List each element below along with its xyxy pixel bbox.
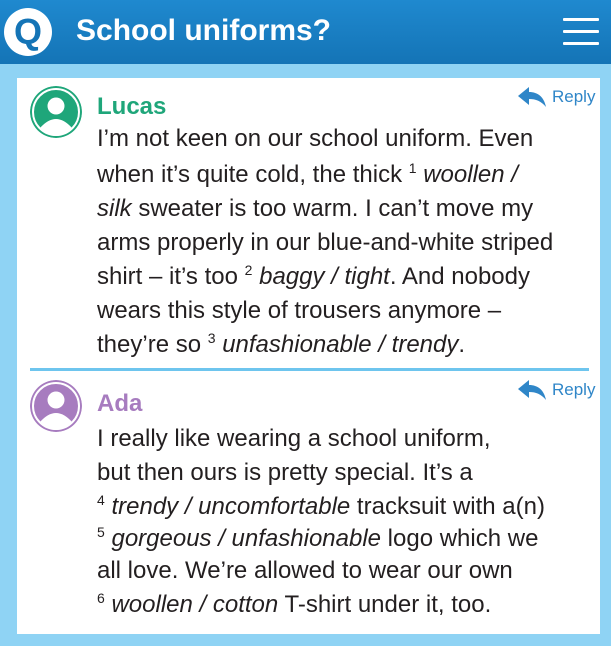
post-text-line: 4 trendy / uncomfortable tracksuit with … (97, 492, 545, 522)
post-author: Lucas (97, 93, 167, 120)
text-segment: . (458, 331, 466, 358)
post-text-line: wears this style of trousers anymore – (97, 296, 501, 326)
text-segment: they’re so (97, 331, 208, 358)
post-text-line: I’m not keen on our school uniform. Even (97, 124, 533, 154)
text-segment: but then ours is pretty special. It’s a (97, 459, 473, 486)
post-divider (30, 368, 589, 371)
reply-label: Reply (552, 87, 596, 106)
page-title: School uniforms? (76, 14, 331, 47)
post-text-line: silk sweater is too warm. I can’t move m… (97, 194, 533, 224)
reply-arrow-icon (518, 380, 546, 400)
gap-number: 3 (207, 330, 216, 346)
q-logo-letter: Q (13, 11, 42, 52)
post-text-line: when it’s quite cold, the thick 1 woolle… (97, 160, 518, 190)
post-author: Ada (97, 390, 143, 417)
gap-number: 4 (97, 492, 105, 508)
post-text-line: 6 woollen / cotton T-shirt under it, too… (97, 590, 491, 620)
text-segment: wears this style of trousers anymore – (97, 297, 502, 324)
text-segment: tracksuit with a(n) (350, 493, 545, 520)
word-choice: silk (97, 195, 132, 222)
post-text-line: all love. We’re allowed to wear our own (97, 556, 513, 586)
word-choice: woollen / cotton (111, 591, 279, 618)
post-text-line: shirt – it’s too 2 baggy / tight. And no… (97, 262, 530, 292)
post-text-line: arms properly in our blue-and-white stri… (97, 228, 553, 258)
post-text-line: 5 gorgeous / unfashionable logo which we (97, 524, 538, 554)
header-bar: Q School uniforms? (0, 0, 611, 64)
text-segment: sweater is too warm. I can’t move my (131, 195, 534, 222)
text-segment: T-shirt under it, too. (278, 591, 492, 618)
post-text-line: they’re so 3 unfashionable / trendy. (97, 330, 465, 360)
text-segment: arms properly in our blue-and-white stri… (97, 229, 554, 256)
reply-button[interactable]: Reply (518, 378, 596, 402)
text-segment: shirt – it’s too (97, 263, 245, 290)
reply-label: Reply (552, 380, 596, 399)
forum-page: Q School uniforms? Lucas Reply I’m not k… (0, 0, 611, 646)
q-logo-icon: Q (4, 8, 52, 56)
word-choice: unfashionable / trendy (222, 331, 459, 358)
text-segment: when it’s quite cold, the thick (97, 161, 409, 188)
word-choice: gorgeous / unfashionable (111, 525, 382, 552)
word-choice: trendy / uncomfortable (111, 493, 351, 520)
gap-number: 5 (97, 524, 105, 540)
post-text-line: I really like wearing a school uniform, (97, 424, 491, 454)
word-choice: woollen / (423, 161, 518, 188)
hamburger-menu-icon[interactable] (563, 17, 599, 47)
post-text-line: but then ours is pretty special. It’s a (97, 458, 473, 488)
text-segment: I’m not keen on our school uniform. Even (97, 125, 534, 152)
text-segment: I really like wearing a school uniform, (97, 425, 491, 452)
user-avatar-icon (30, 86, 82, 138)
text-segment: . And nobody (389, 263, 530, 290)
user-avatar-icon (30, 380, 82, 432)
gap-number: 6 (97, 590, 105, 606)
text-segment: logo which we (381, 525, 539, 552)
gap-number: 1 (408, 160, 417, 176)
word-choice: baggy / tight (259, 263, 390, 290)
reply-button[interactable]: Reply (518, 85, 596, 109)
reply-arrow-icon (518, 87, 546, 107)
text-segment: all love. We’re allowed to wear our own (97, 557, 513, 584)
